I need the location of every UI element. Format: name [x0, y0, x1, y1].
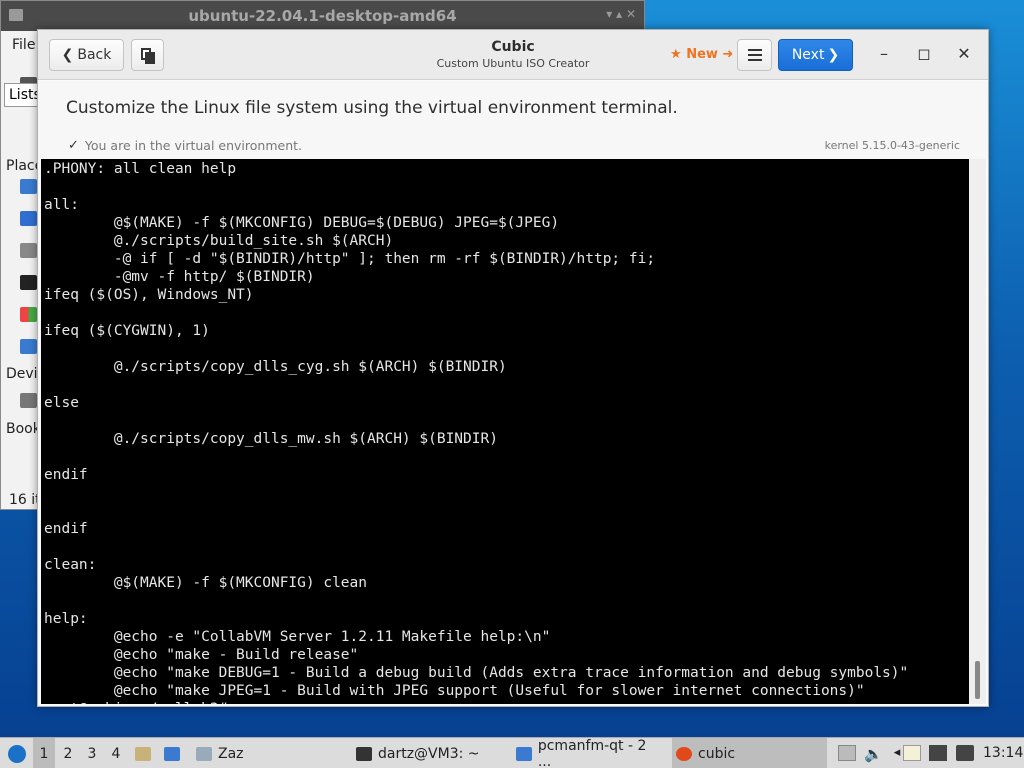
cubic-icon	[676, 746, 692, 761]
task-terminal[interactable]: dartz@VM3: ~	[352, 738, 507, 768]
eject-icon[interactable]	[20, 393, 37, 408]
computer-icon[interactable]	[20, 275, 37, 290]
zaz-label: Zaz	[218, 745, 244, 762]
terminal-line: clean:	[44, 557, 97, 573]
folder-icon	[516, 746, 532, 761]
network-display-icon[interactable]	[929, 745, 947, 761]
header-bar[interactable]: ❮ Back Cubic Custom Ubuntu ISO Creator ★…	[38, 30, 988, 80]
terminal-line: @$(MAKE) -f $(MKCONFIG) clean	[44, 575, 368, 591]
new-label: New	[686, 47, 718, 62]
apps-icon[interactable]	[20, 307, 37, 322]
checkmark-icon: ✓	[68, 138, 79, 153]
network-icon[interactable]	[20, 339, 37, 354]
workspace-2[interactable]: 2	[57, 738, 79, 768]
terminal-prompt: root@cubic:~/collab3#	[44, 700, 227, 704]
task-file-manager[interactable]: pcmanfm-qt - 2 ...	[512, 738, 667, 768]
task-cubic[interactable]: cubic	[672, 738, 827, 768]
file-manager-launcher[interactable]	[135, 738, 151, 768]
terminal-line: @echo "make - Build release"	[44, 647, 359, 663]
minimize-icon[interactable]: –	[874, 44, 894, 63]
terminal-line: help:	[44, 611, 88, 627]
window-icon	[196, 746, 212, 761]
terminal-line: -@ if [ -d "$(BINDIR)/http" ]; then rm -…	[44, 251, 656, 267]
status-text: You are in the virtual environment.	[84, 138, 302, 153]
background-window-title: ubuntu-22.04.1-desktop-amd64	[188, 7, 457, 25]
volume-icon[interactable]: 🔈	[864, 745, 883, 763]
menu-button[interactable]	[737, 39, 772, 71]
file-menu[interactable]: File	[12, 37, 35, 53]
workspace-3[interactable]: 3	[81, 738, 103, 768]
hamburger-icon	[747, 49, 762, 61]
status-count: 16 it	[9, 492, 41, 508]
terminal-line: .PHONY: all clean help	[44, 161, 237, 177]
virtual-environment-terminal[interactable]: .PHONY: all clean help all: @$(MAKE) -f $…	[41, 159, 969, 704]
status-row: ✓ You are in the virtual environment.	[68, 138, 302, 153]
workspace-1[interactable]: 1	[33, 738, 55, 768]
star-icon: ★	[670, 47, 687, 62]
task-file-manager-label: pcmanfm-qt - 2 ...	[537, 737, 647, 768]
cubic-window[interactable]: ❮ Back Cubic Custom Ubuntu ISO Creator ★…	[37, 29, 989, 707]
zaz-launcher[interactable]: Zaz	[192, 738, 248, 768]
page-heading: Customize the Linux file system using th…	[66, 98, 678, 118]
lubuntu-logo-icon	[8, 744, 26, 763]
files-icon	[135, 746, 151, 761]
new-button[interactable]: ★ New ➜	[670, 47, 733, 62]
task-cubic-label: cubic	[698, 745, 736, 762]
terminal-line: @$(MAKE) -f $(MKCONFIG) DEBUG=$(DEBUG) J…	[44, 215, 560, 231]
start-menu-button[interactable]	[4, 738, 30, 768]
task-terminal-label: dartz@VM3: ~	[378, 745, 480, 762]
clock[interactable]: 13:14	[983, 745, 1023, 761]
terminal-line: all:	[44, 197, 79, 213]
maximize-icon[interactable]: ◻	[914, 44, 934, 63]
trash-icon[interactable]	[20, 243, 37, 258]
terminal-line: @echo "make DEBUG=1 - Build a debug buil…	[44, 665, 909, 681]
terminal-line: @./scripts/copy_dlls_cyg.sh $(ARCH) $(BI…	[44, 359, 507, 375]
kernel-version: kernel 5.15.0-43-generic	[824, 139, 960, 152]
bookmarks-label: Book	[6, 421, 41, 437]
workspace-4[interactable]: 4	[105, 738, 127, 768]
terminal-line: -@mv -f http/ $(BINDIR)	[44, 269, 315, 285]
next-label: Next	[791, 47, 825, 63]
terminal-icon	[356, 746, 372, 761]
show-desktop-icon	[164, 746, 180, 761]
terminal-line: @./scripts/build_site.sh $(ARCH)	[44, 233, 394, 249]
terminal-line: @echo -e "CollabVM Server 1.2.11 Makefil…	[44, 629, 551, 645]
clipboard-icon[interactable]	[838, 745, 856, 761]
update-notifier-icon[interactable]	[956, 745, 974, 761]
terminal-line: @./scripts/copy_dlls_mw.sh $(ARCH) $(BIN…	[44, 431, 498, 447]
next-button[interactable]: Next ❯	[778, 39, 853, 71]
terminal-line: endif	[44, 521, 88, 537]
page-header: Customize the Linux file system using th…	[38, 81, 988, 159]
devices-label: Devi	[6, 366, 38, 382]
scrollbar-thumb[interactable]	[975, 661, 980, 699]
desktop-icon[interactable]	[20, 211, 37, 226]
terminal-line: @echo "make JPEG=1 - Build with JPEG sup…	[44, 683, 865, 699]
taskbar: 1 2 3 4 Zaz dartz@VM3: ~ pcmanfm-qt - 2 …	[0, 737, 1024, 768]
desktop-launcher[interactable]	[164, 738, 180, 768]
terminal-line: endif	[44, 467, 88, 483]
chevron-right-icon: ❯	[827, 47, 840, 63]
terminal-line: ifeq ($(OS), Windows_NT)	[44, 287, 254, 303]
background-window-controls[interactable]: ▾ ▴ ✕	[606, 7, 636, 21]
terminal-line: else	[44, 395, 79, 411]
home-icon[interactable]	[20, 179, 37, 194]
terminal-scrollbar[interactable]	[969, 159, 986, 704]
terminal-line: ifeq ($(CYGWIN), 1)	[44, 323, 210, 339]
arrow-right-icon: ➜	[717, 47, 734, 62]
background-titlebar[interactable]: ubuntu-22.04.1-desktop-amd64 ▾ ▴ ✕	[1, 1, 644, 31]
close-icon[interactable]: ✕	[954, 44, 974, 63]
notes-icon[interactable]	[903, 745, 921, 761]
